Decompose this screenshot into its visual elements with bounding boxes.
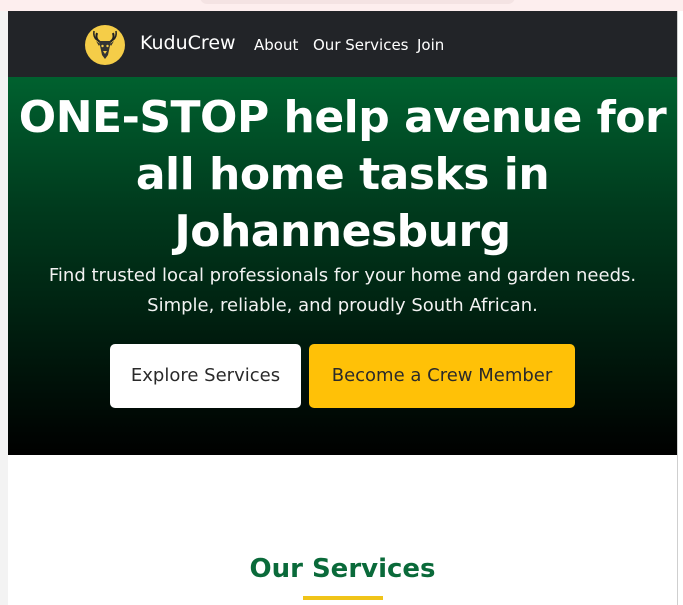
hero-title: ONE-STOP help avenue for all home tasks … [18, 92, 667, 257]
left-margin [0, 11, 8, 605]
services-title-underline [303, 596, 383, 600]
hero-section: ONE-STOP help avenue for all home tasks … [8, 77, 677, 455]
hero-subtitle: Find trusted local professionals for you… [48, 265, 637, 316]
nav-join-link[interactable]: Join [417, 35, 444, 55]
nav-about-link[interactable]: About [254, 35, 298, 55]
services-section-title: Our Services [249, 554, 436, 584]
page-right-border [677, 11, 678, 605]
address-bar-edge [200, 0, 515, 4]
explore-services-button[interactable]: Explore Services [110, 344, 301, 408]
navbar: KuduCrew About Our Services Join [8, 11, 677, 77]
become-crew-member-button[interactable]: Become a Crew Member [309, 344, 575, 408]
nav-our-services-link[interactable]: Our Services [313, 35, 409, 55]
browser-viewport: KuduCrew About Our Services Join ONE-STO… [0, 0, 683, 605]
kudu-head-icon[interactable] [85, 25, 125, 65]
brand-name[interactable]: KuduCrew [140, 31, 236, 55]
browser-top-strip [0, 0, 683, 11]
